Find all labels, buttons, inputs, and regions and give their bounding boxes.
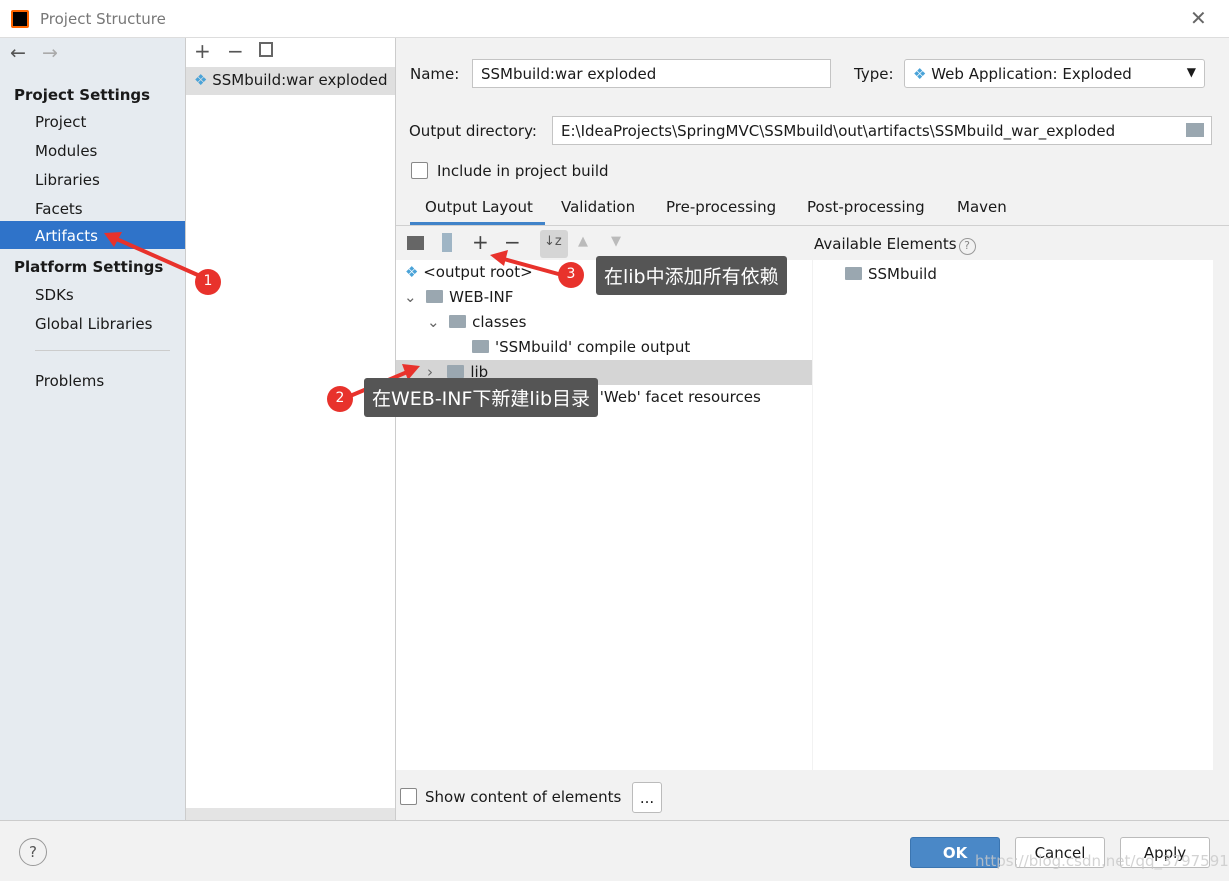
arrow-3: [499, 256, 563, 277]
arrow-3-head: [490, 250, 508, 266]
annotation-badge-2: 2: [327, 386, 353, 412]
arrow-1: [111, 235, 201, 278]
annotation-badge-3: 3: [558, 262, 584, 288]
annotation-callout-3: 在lib中添加所有依赖: [596, 256, 787, 295]
annotation-callout-2: 在WEB-INF下新建lib目录: [364, 378, 599, 417]
annotation-arrows: [104, 232, 563, 398]
annotation-badge-1: 1: [195, 269, 221, 295]
